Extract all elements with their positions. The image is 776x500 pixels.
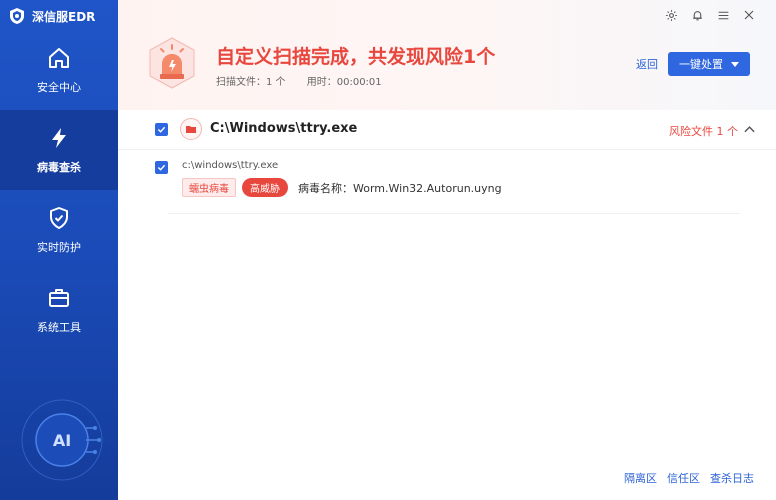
ai-badge: AI — [20, 398, 104, 482]
folder-icon — [180, 118, 202, 140]
sidebar-item-label: 安全中心 — [37, 81, 81, 94]
sidebar-item-security-center[interactable]: 安全中心 — [0, 30, 118, 110]
brand: 深信服EDR — [8, 6, 95, 26]
bell-icon[interactable] — [690, 6, 704, 24]
trust-zone-link[interactable]: 信任区 — [667, 470, 700, 486]
file-checkbox[interactable] — [155, 161, 168, 174]
sidebar-item-label: 实时防护 — [37, 241, 81, 254]
caret-down-icon — [731, 61, 739, 67]
scanned-files: 扫描文件：1 个 — [216, 77, 286, 88]
elapsed-time: 用时：00:00:01 — [306, 77, 382, 88]
chevron-up-icon[interactable] — [742, 122, 756, 136]
risk-file-count: 风险文件 1 个 — [669, 125, 738, 138]
toolbox-icon — [46, 285, 72, 311]
alarm-icon — [148, 36, 196, 90]
scan-result-header: 自定义扫描完成，共发现风险1个 扫描文件：1 个 用时：00:00:01 返回 … — [118, 0, 776, 110]
app-title: 深信服EDR — [32, 9, 96, 24]
list-item[interactable]: c:\windows\ttry.exe 蠕虫病毒 高威胁 病毒名称：Worm.W… — [118, 154, 776, 214]
sidebar-item-label: 病毒查杀 — [37, 161, 81, 174]
ai-label: AI — [52, 430, 72, 450]
threat-level-badge: 高威胁 — [242, 178, 288, 197]
scan-results: C:\Windows\ttry.exe 风险文件 1 个 c:\windows\… — [118, 110, 776, 500]
footer-links: 隔离区 信任区 查杀日志 — [624, 470, 754, 486]
scan-title: 自定义扫描完成，共发现风险1个 — [216, 46, 496, 68]
group-checkbox[interactable] — [155, 123, 168, 136]
sidebar: 深信服EDR 安全中心 病毒查杀 实时防护 系统工具 AI — [0, 0, 118, 500]
window-controls — [664, 6, 756, 24]
item-divider — [168, 213, 740, 214]
sidebar-item-virus-scan[interactable]: 病毒查杀 — [0, 110, 118, 190]
shield-logo-icon — [8, 7, 26, 25]
sidebar-item-system-tools[interactable]: 系统工具 — [0, 270, 118, 350]
home-icon — [46, 45, 72, 71]
virus-name: 病毒名称：Worm.Win32.Autorun.uyng — [298, 181, 502, 195]
scan-log-link[interactable]: 查杀日志 — [710, 470, 754, 486]
file-path: c:\windows\ttry.exe — [182, 160, 279, 171]
sidebar-item-realtime-protection[interactable]: 实时防护 — [0, 190, 118, 270]
menu-icon[interactable] — [716, 6, 730, 24]
virus-type-badge: 蠕虫病毒 — [182, 178, 236, 197]
group-path: C:\Windows\ttry.exe — [210, 121, 358, 136]
settings-icon[interactable] — [664, 6, 678, 24]
file-tags: 蠕虫病毒 高威胁 病毒名称：Worm.Win32.Autorun.uyng — [182, 178, 502, 197]
result-group-row[interactable]: C:\Windows\ttry.exe 风险文件 1 个 — [118, 116, 776, 150]
action-button-label: 一键处置 — [679, 58, 723, 71]
lightning-icon — [46, 125, 72, 151]
close-icon[interactable] — [742, 6, 756, 24]
sidebar-item-label: 系统工具 — [37, 321, 81, 334]
shield-check-icon — [46, 205, 72, 231]
one-click-action-button[interactable]: 一键处置 — [668, 52, 750, 76]
quarantine-link[interactable]: 隔离区 — [624, 470, 657, 486]
back-link[interactable]: 返回 — [636, 56, 658, 72]
scan-meta: 扫描文件：1 个 用时：00:00:01 — [216, 73, 400, 88]
